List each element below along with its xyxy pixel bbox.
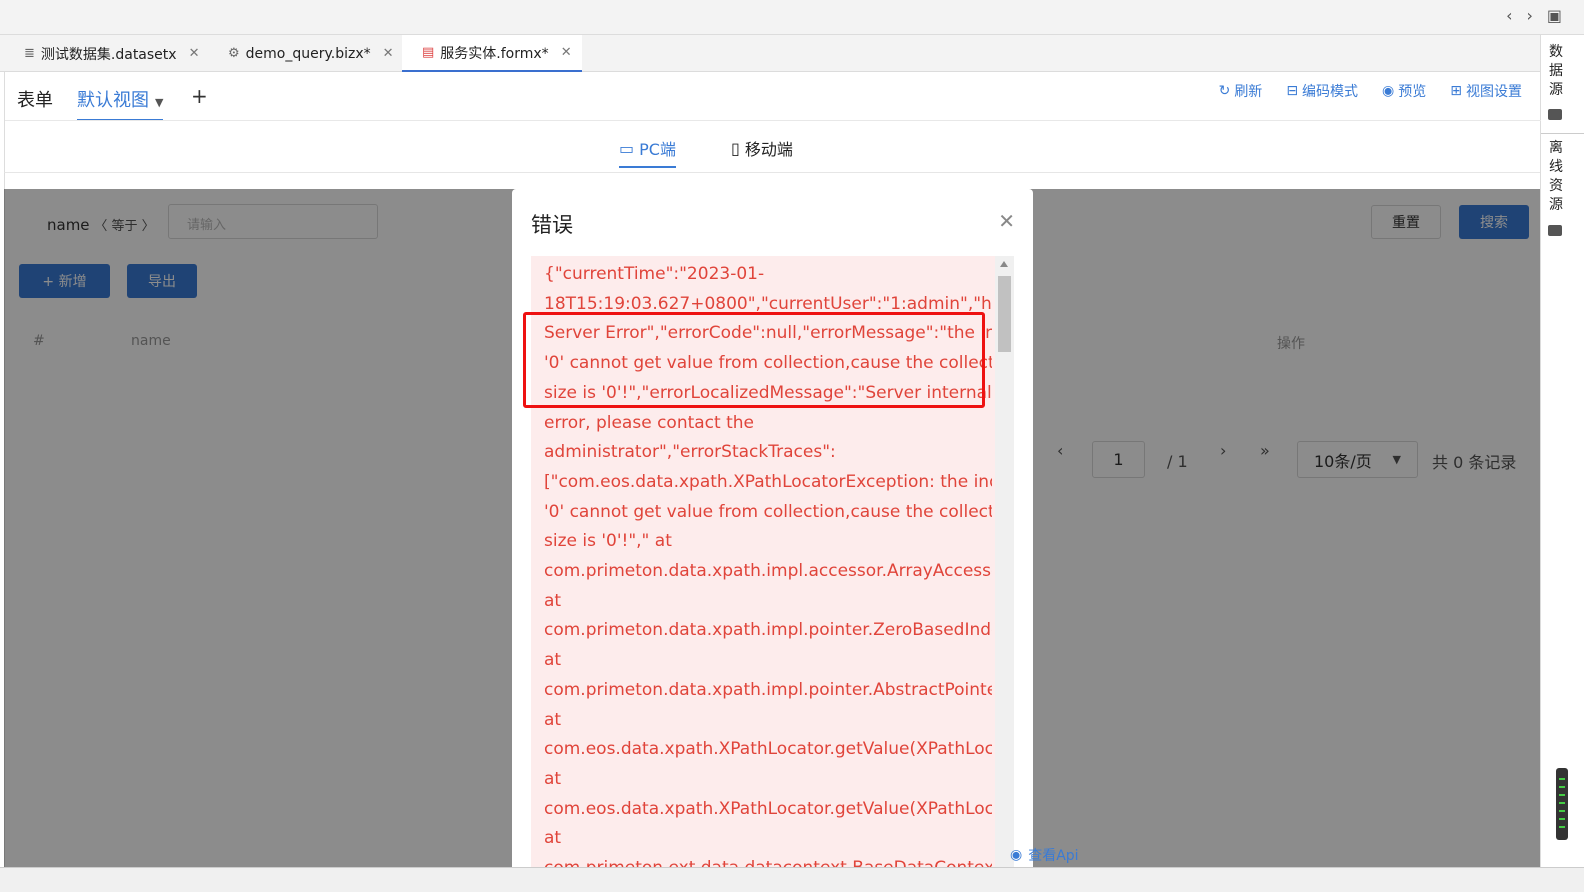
error-line: com.primeton.ext.data.datacontext.BaseDa…	[544, 854, 992, 867]
add-view-button[interactable]: +	[191, 84, 208, 108]
error-line: at	[544, 828, 562, 849]
highlight-annotation-box	[523, 312, 985, 408]
dialog-title: 错误	[531, 213, 573, 237]
tab-mobile[interactable]: ▯ 移动端	[731, 136, 793, 160]
file-tab-label: 服务实体.formx*	[440, 45, 549, 62]
eye-icon: ◉	[1382, 83, 1395, 99]
error-line: at	[544, 768, 562, 789]
error-line: '0' cannot get value from collection,cau…	[544, 501, 992, 522]
error-line: administrator","errorStackTraces":	[544, 442, 836, 463]
title-bar: ‹ › ▣	[0, 0, 1584, 35]
error-line: com.primeton.data.xpath.impl.pointer.Abs…	[544, 679, 992, 700]
status-bar	[0, 867, 1584, 892]
scroll-thumb[interactable]	[998, 276, 1011, 352]
file-tab-formx[interactable]: ▤ 服务实体.formx* ✕	[402, 35, 582, 72]
toolbar: ↻ 刷新 ⊟ 编码模式 ◉ 预览 ⊞ 视图设置	[1219, 81, 1522, 101]
error-line: com.eos.data.xpath.XPathLocator.getValue…	[544, 739, 992, 760]
error-line: com.primeton.data.xpath.impl.accessor.Ar…	[544, 561, 992, 582]
file-tab-bizx[interactable]: ⚙ demo_query.bizx* ✕	[208, 35, 400, 72]
error-line: error, please contact the	[544, 412, 754, 433]
close-icon[interactable]: ✕	[561, 45, 572, 60]
file-tab-label: 测试数据集.datasetx	[40, 46, 177, 63]
offline-resource-panel-label[interactable]: 离线资源	[1547, 139, 1565, 215]
scrollbar[interactable]	[995, 256, 1014, 867]
datasource-panel-label[interactable]: 数据源	[1547, 43, 1565, 100]
error-dialog: 错误 ✕ {"currentTime":"2023-01- 18T15:19:03…	[512, 189, 1033, 867]
volume-slider[interactable]	[1556, 768, 1568, 840]
grid-icon: ⊞	[1450, 83, 1462, 99]
error-line: at	[544, 650, 562, 671]
view-settings-button[interactable]: ⊞ 视图设置	[1450, 81, 1522, 101]
preview-button[interactable]: ◉ 预览	[1382, 81, 1426, 101]
monitor-icon: ▭	[619, 138, 635, 158]
save-icon[interactable]: ▣	[1547, 6, 1562, 26]
chevron-down-icon: ▼	[155, 96, 164, 109]
divider	[5, 120, 1541, 121]
file-tab-label: demo_query.bizx*	[245, 45, 371, 62]
designer-header: 表单 默认视图 ▼ + ↻ 刷新 ⊟ 编码模式 ◉ 预览 ⊞ 视图设置 ▭ PC端 ▯ 移动端	[4, 72, 1541, 172]
error-line: ["com.eos.data.xpath.XPathLocatorExcepti…	[544, 471, 992, 492]
error-line: at	[544, 709, 562, 730]
phone-icon: ▯	[731, 138, 740, 158]
tab-pc[interactable]: ▭ PC端	[619, 136, 676, 168]
file-tab-dataset[interactable]: ≣ 测试数据集.datasetx ✕	[4, 35, 204, 72]
close-icon[interactable]: ✕	[189, 46, 200, 61]
tab-default-view[interactable]: 默认视图 ▼	[77, 86, 164, 121]
close-icon[interactable]: ✕	[383, 46, 394, 61]
code-icon: ⊟	[1286, 83, 1299, 99]
code-mode-button[interactable]: ⊟ 编码模式	[1286, 81, 1358, 101]
refresh-icon: ↻	[1218, 83, 1231, 99]
eye-icon: ◉	[1010, 847, 1023, 863]
app-window: ‹ › ▣ ≣ 测试数据集.datasetx ✕ ⚙ demo_query.bi…	[0, 0, 1584, 892]
file-tab-bar: ≣ 测试数据集.datasetx ✕ ⚙ demo_query.bizx* ✕ …	[0, 35, 1540, 72]
error-line: {"currentTime":"2023-01-	[544, 264, 765, 284]
scroll-up-icon[interactable]	[1000, 261, 1008, 267]
error-line: size is '0'!"," at	[544, 531, 672, 552]
forward-arrow-icon[interactable]: ›	[1526, 6, 1532, 26]
back-arrow-icon[interactable]: ‹	[1506, 6, 1512, 26]
error-line: at	[544, 590, 562, 611]
error-line: com.eos.data.xpath.XPathLocator.getValue…	[544, 798, 992, 819]
form-icon: ▤	[422, 45, 435, 60]
refresh-button[interactable]: ↻ 刷新	[1219, 81, 1263, 101]
tab-form[interactable]: 表单	[17, 86, 53, 112]
tab-default-view-label: 默认视图	[77, 90, 149, 111]
folder-icon[interactable]	[1548, 225, 1562, 236]
right-side-panel: 数据源 离线资源	[1540, 35, 1584, 892]
database-icon: ≣	[24, 46, 35, 61]
close-icon[interactable]: ✕	[998, 209, 1015, 233]
view-api-link[interactable]: ◉ 查看Api	[1010, 845, 1079, 865]
folder-icon[interactable]	[1548, 109, 1562, 120]
error-line: com.primeton.data.xpath.impl.pointer.Zer…	[544, 620, 992, 641]
gear-icon: ⚙	[228, 46, 240, 61]
panel-divider	[1541, 133, 1584, 134]
